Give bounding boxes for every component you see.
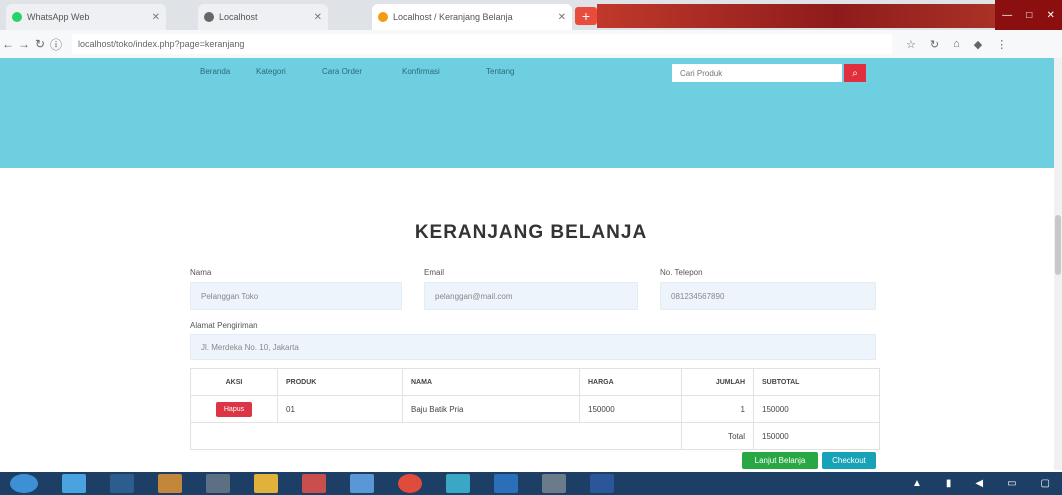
cart-table: AKSI PRODUK NAMA HARGA JUMLAH SUBTOTAL H… xyxy=(190,368,880,450)
battery-icon[interactable]: ▭ xyxy=(1007,478,1016,489)
app-icon[interactable] xyxy=(446,474,470,493)
app-icon[interactable] xyxy=(350,474,374,493)
lock-icon[interactable]: ⌂ xyxy=(953,38,960,50)
star-icon[interactable]: ☆ xyxy=(906,38,916,51)
nav-link-konfirmasi[interactable]: Konfirmasi xyxy=(402,67,440,76)
subtotal-cell: 150000 xyxy=(753,395,880,423)
email-label: Email xyxy=(424,268,445,277)
info-icon[interactable]: ⓘ xyxy=(48,36,64,53)
produk-cell: 01 xyxy=(277,395,403,423)
app-icon[interactable] xyxy=(206,474,230,493)
col-header-subtotal: SUBTOTAL xyxy=(753,368,880,396)
tab-title: Localhost xyxy=(219,12,258,22)
refresh-icon[interactable]: ↻ xyxy=(930,38,939,51)
window-controls: — □ ✕ xyxy=(995,0,1062,30)
app-icon[interactable] xyxy=(302,474,326,493)
hapus-button[interactable]: Hapus xyxy=(215,401,253,417)
browser-tab-3[interactable]: Localhost / Keranjang Belanja ✕ xyxy=(372,4,572,30)
aksi-cell: Hapus xyxy=(190,395,278,423)
close-icon[interactable]: ✕ xyxy=(558,12,566,23)
notification-icon[interactable]: ▢ xyxy=(1041,478,1050,489)
page-icon xyxy=(204,12,214,22)
tab-title: WhatsApp Web xyxy=(27,12,90,22)
email-field[interactable]: pelanggan@mail.com xyxy=(424,282,638,310)
browser-tab-2[interactable]: Localhost ✕ xyxy=(198,4,328,30)
search-button[interactable]: ⌕ xyxy=(844,64,866,82)
url-field[interactable]: localhost/toko/index.php?page=keranjang xyxy=(72,34,892,54)
minimize-button[interactable]: — xyxy=(1002,10,1012,21)
close-icon[interactable]: ✕ xyxy=(314,12,322,23)
tab-title: Localhost / Keranjang Belanja xyxy=(393,12,513,22)
folder-icon[interactable] xyxy=(158,474,182,493)
word-icon[interactable] xyxy=(590,474,614,493)
new-tab-button[interactable]: + xyxy=(575,7,597,25)
nama-label: Nama xyxy=(190,268,212,277)
search-icon: ⌕ xyxy=(852,67,858,79)
telepon-field[interactable]: 081234567890 xyxy=(660,282,876,310)
nav-link-kategori[interactable]: Kategori xyxy=(256,67,286,76)
harga-cell: 150000 xyxy=(579,395,682,423)
empty-cell xyxy=(190,422,682,450)
nav-link-tentang[interactable]: Tentang xyxy=(486,67,514,76)
network-icon[interactable]: ▮ xyxy=(946,478,952,489)
system-tray: ▲ ▮ ◀ ▭ ▢ xyxy=(900,472,1062,495)
scrollbar-thumb[interactable] xyxy=(1055,215,1061,275)
col-header-jumlah: JUMLAH xyxy=(681,368,754,396)
maximize-button[interactable]: □ xyxy=(1026,10,1032,21)
extension-icon[interactable]: ◆ xyxy=(974,38,982,51)
telepon-label: No. Telepon xyxy=(660,268,703,277)
col-header-nama: NAMA xyxy=(402,368,580,396)
table-row: Hapus 01 Baju Batik Pria 150000 1 150000 xyxy=(190,395,880,423)
nav-link-beranda[interactable]: Beranda xyxy=(200,67,230,76)
chevron-up-icon[interactable]: ▲ xyxy=(912,478,922,489)
whatsapp-icon xyxy=(12,12,22,22)
browser-tab-1[interactable]: WhatsApp Web ✕ xyxy=(6,4,166,30)
continue-shopping-button[interactable]: Lanjut Belanja xyxy=(742,452,818,469)
app-icon[interactable] xyxy=(542,474,566,493)
volume-icon[interactable]: ◀ xyxy=(975,478,983,489)
menu-icon[interactable]: ⋮ xyxy=(996,38,1007,51)
alamat-label: Alamat Pengiriman xyxy=(190,321,258,330)
page-icon xyxy=(378,12,388,22)
start-icon[interactable] xyxy=(10,474,38,493)
nama-field[interactable]: Pelanggan Toko xyxy=(190,282,402,310)
nama-cell: Baju Batik Pria xyxy=(402,395,580,423)
app-icon[interactable] xyxy=(494,474,518,493)
table-header-row: AKSI PRODUK NAMA HARGA JUMLAH SUBTOTAL xyxy=(190,368,880,396)
col-header-aksi: AKSI xyxy=(190,368,278,396)
page-title: KERANJANG BELANJA xyxy=(414,222,648,243)
ie-icon[interactable] xyxy=(62,474,86,493)
col-header-produk: PRODUK xyxy=(277,368,403,396)
forward-icon[interactable]: → xyxy=(16,37,32,51)
tab-strip-background xyxy=(597,4,995,28)
explorer-icon[interactable] xyxy=(110,474,134,493)
address-bar: ← → ↻ ⓘ localhost/toko/index.php?page=ke… xyxy=(0,30,1062,59)
total-row: Total 150000 xyxy=(190,422,880,450)
search-input[interactable] xyxy=(672,64,842,82)
alamat-field[interactable]: Jl. Merdeka No. 10, Jakarta xyxy=(190,334,876,360)
app-icon[interactable] xyxy=(254,474,278,493)
col-header-harga: HARGA xyxy=(579,368,682,396)
checkout-button[interactable]: Checkout xyxy=(822,452,876,469)
total-value: 150000 xyxy=(753,422,880,450)
jumlah-cell: 1 xyxy=(681,395,754,423)
close-window-button[interactable]: ✕ xyxy=(1047,10,1055,21)
back-icon[interactable]: ← xyxy=(0,37,16,51)
reload-icon[interactable]: ↻ xyxy=(32,37,48,51)
close-icon[interactable]: ✕ xyxy=(152,12,160,23)
site-header xyxy=(0,58,1062,168)
chrome-icon[interactable] xyxy=(398,474,422,493)
nav-link-cara-order[interactable]: Cara Order xyxy=(322,67,362,76)
total-label: Total xyxy=(681,422,754,450)
